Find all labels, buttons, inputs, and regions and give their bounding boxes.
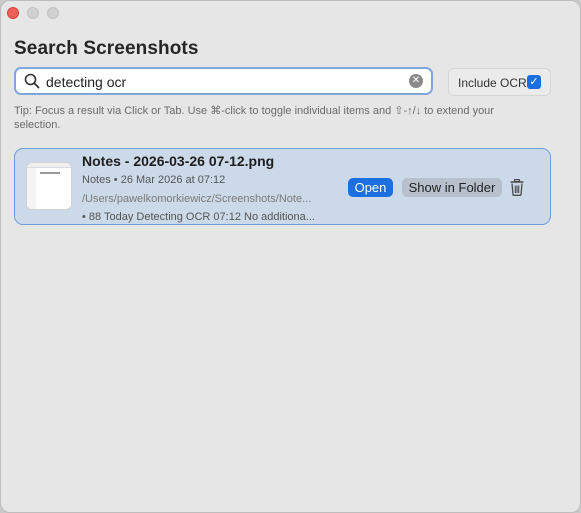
minimize-window-button[interactable] bbox=[27, 7, 39, 19]
window-controls bbox=[7, 7, 59, 19]
include-ocr-label: Include OCR bbox=[458, 76, 527, 90]
checkmark-icon: ✓ bbox=[529, 76, 539, 88]
search-input[interactable] bbox=[46, 72, 406, 91]
thumbnail-sidebar bbox=[27, 168, 36, 209]
thumbnail-text-line bbox=[40, 172, 60, 174]
result-row[interactable]: Notes - 2026-03-26 07-12.png Notes • 26 … bbox=[14, 148, 551, 225]
clear-search-button[interactable]: ✕ bbox=[409, 74, 423, 88]
app-window: Search Screenshots ✕ Include OCR ✓ Tip: … bbox=[0, 0, 581, 513]
page-title: Search Screenshots bbox=[14, 38, 199, 59]
close-window-button[interactable] bbox=[7, 7, 19, 19]
trash-icon[interactable] bbox=[509, 179, 525, 196]
include-ocr-checkbox[interactable]: ✓ bbox=[527, 75, 541, 89]
screenshot-thumbnail[interactable] bbox=[26, 162, 72, 210]
open-button[interactable]: Open bbox=[348, 178, 393, 197]
show-in-folder-button[interactable]: Show in Folder bbox=[402, 178, 502, 197]
result-meta: Notes • 26 Mar 2026 at 07:12 bbox=[82, 174, 226, 186]
search-icon bbox=[24, 73, 40, 89]
result-filename: Notes - 2026-03-26 07-12.png bbox=[82, 153, 275, 169]
result-path: /Users/pawelkomorkiewicz/Screenshots/Not… bbox=[82, 193, 312, 205]
clear-icon: ✕ bbox=[411, 75, 421, 86]
zoom-window-button[interactable] bbox=[47, 7, 59, 19]
result-ocr-snippet: • 88 Today Detecting OCR 07:12 No additi… bbox=[82, 211, 315, 223]
tip-text: Tip: Focus a result via Click or Tab. Us… bbox=[14, 105, 494, 131]
search-field[interactable]: ✕ bbox=[14, 67, 433, 95]
include-ocr-toggle[interactable]: Include OCR ✓ bbox=[448, 68, 551, 96]
